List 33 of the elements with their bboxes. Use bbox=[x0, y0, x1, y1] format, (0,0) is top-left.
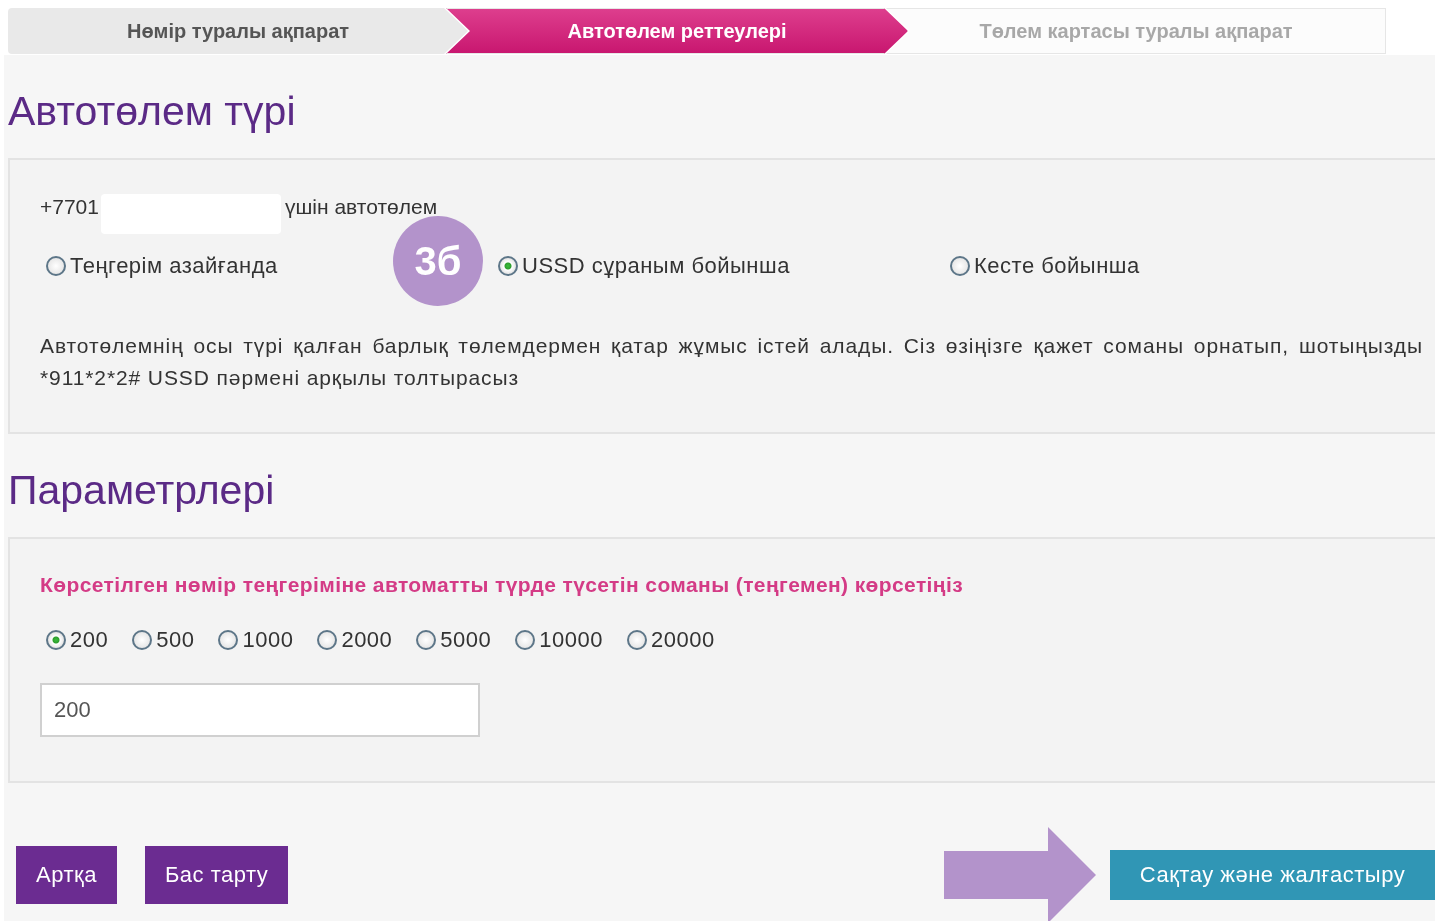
amount-field[interactable]: 200 bbox=[40, 683, 480, 737]
option-label: Теңгерім азайғанда bbox=[70, 253, 278, 279]
radio-button[interactable] bbox=[416, 630, 437, 650]
save-continue-button[interactable]: Сақтау және жалғастыру bbox=[1110, 850, 1435, 900]
amount-label: 200 bbox=[70, 627, 109, 653]
cancel-button[interactable]: Бас тарту bbox=[144, 846, 289, 904]
amount-label: 2000 bbox=[341, 627, 393, 653]
radio-button[interactable] bbox=[317, 630, 338, 650]
amount-label: 5000 bbox=[440, 627, 492, 653]
radio-button[interactable] bbox=[132, 630, 153, 650]
option-label: Кесте бойынша bbox=[974, 253, 1140, 279]
amount-label: 1000 bbox=[242, 627, 294, 653]
amount-label: 10000 bbox=[539, 627, 603, 653]
back-button[interactable]: Артқа bbox=[16, 846, 117, 904]
amount-prompt: Көрсетілген нөмір теңгеріміне автоматты түрде түсетін соманы (теңгемен) көрсетіңіз bbox=[40, 573, 964, 597]
wizard-step[interactable]: Автотөлем реттеулері bbox=[446, 8, 908, 54]
arrow-icon bbox=[944, 827, 1096, 921]
radio-button[interactable] bbox=[950, 256, 970, 276]
radio-button[interactable] bbox=[627, 630, 647, 650]
radio-button[interactable] bbox=[218, 630, 239, 650]
phone-prefix: +7701 bbox=[40, 195, 99, 219]
section-heading: Параметрлері bbox=[7, 466, 276, 515]
radio-button[interactable] bbox=[498, 256, 518, 276]
amount-label: 500 bbox=[156, 627, 195, 653]
radio-button[interactable] bbox=[46, 256, 66, 276]
option-label: USSD сұраным бойынша bbox=[522, 253, 790, 279]
section-heading: Автотөлем түрі bbox=[7, 87, 297, 136]
radio-button[interactable] bbox=[515, 630, 536, 650]
wizard-step[interactable]: Нөмір туралы ақпарат bbox=[8, 8, 468, 54]
autopay-for-label: үшін автотөлем bbox=[285, 195, 438, 219]
radio-button[interactable] bbox=[46, 630, 66, 650]
amount-label: 20000 bbox=[651, 627, 715, 653]
description-text: Автотөлемнің осы түрі қалған барлық төлемдермен қатар жұмыс істей алады. Сіз өзіңізге қажет соманы орнатып, шотыңызды *911*2*2# USSD пәрмені арқылы толтырасыз bbox=[40, 333, 1423, 391]
